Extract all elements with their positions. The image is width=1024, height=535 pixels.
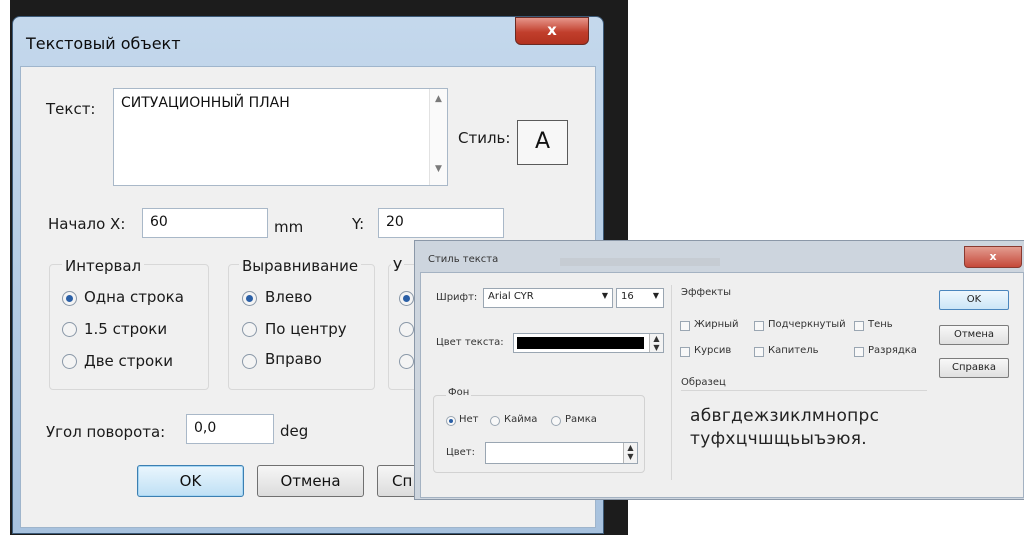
bg-frame-radio[interactable]	[551, 416, 561, 426]
start-x-input[interactable]: 60	[142, 208, 268, 238]
angle-unit: deg	[280, 422, 309, 440]
cancel-button[interactable]: Отмена	[257, 465, 364, 497]
effect-italic-label: Курсив	[694, 345, 732, 356]
effect-underline-label: Подчеркнутый	[768, 319, 846, 330]
sample-title: Образец	[681, 377, 726, 388]
align-center-radio[interactable]	[242, 322, 257, 337]
text-color-select[interactable]: ▲ ▼	[513, 333, 664, 353]
y-label: Y:	[352, 215, 365, 233]
align-right-label: Вправо	[265, 350, 322, 368]
angle-label: Угол поворота:	[46, 423, 166, 441]
chevron-down-icon: ▼	[601, 291, 608, 300]
bg-color-select[interactable]: ▲ ▼	[485, 442, 638, 464]
font-value: Arial CYR	[488, 291, 534, 302]
third-group-radio-3[interactable]	[399, 354, 414, 369]
ok-button[interactable]: OK	[137, 465, 244, 497]
align-left-label: Влево	[265, 288, 313, 306]
font-select[interactable]: Arial CYR ▼	[483, 288, 613, 308]
style-ok-button[interactable]: OK	[939, 290, 1009, 310]
interval-single-radio[interactable]	[62, 291, 77, 306]
text-label: Текст:	[46, 100, 96, 118]
bg-border-label: Кайма	[504, 414, 538, 425]
style-label: Стиль:	[458, 129, 511, 147]
interval-title: Интервал	[62, 257, 145, 275]
text-value: СИТУАЦИОННЫЙ ПЛАН	[121, 95, 290, 111]
separator	[671, 285, 672, 480]
start-x-label: Начало X:	[48, 215, 126, 233]
title-ghost-bar	[560, 258, 720, 266]
interval-single-label: Одна строка	[84, 288, 184, 306]
align-center-label: По центру	[265, 320, 347, 338]
third-group-radio-2[interactable]	[399, 322, 414, 337]
text-input[interactable]: СИТУАЦИОННЫЙ ПЛАН ▲ ▼	[113, 88, 448, 186]
align-right-radio[interactable]	[242, 354, 257, 369]
sample-divider	[681, 390, 927, 391]
effect-shadow-label: Тень	[868, 319, 893, 330]
text-color-label: Цвет текста:	[436, 337, 504, 348]
close-button[interactable]: x	[515, 17, 589, 45]
effect-bold-checkbox[interactable]	[680, 321, 690, 331]
effect-shadow-checkbox[interactable]	[854, 321, 864, 331]
interval-1-5-label: 1.5 строки	[84, 320, 168, 338]
effect-smallcaps-label: Капитель	[768, 345, 819, 356]
interval-double-radio[interactable]	[62, 354, 77, 369]
bg-none-label: Нет	[459, 414, 479, 425]
sample-line-1: абвгдежзиклмнопрс	[690, 406, 880, 426]
effect-smallcaps-checkbox[interactable]	[754, 347, 764, 357]
size-select[interactable]: 16 ▼	[616, 288, 664, 308]
interval-double-label: Две строки	[84, 352, 174, 370]
text-scrollbar[interactable]: ▲ ▼	[429, 89, 447, 185]
angle-input[interactable]: 0,0	[186, 414, 274, 444]
bg-frame-label: Рамка	[565, 414, 597, 425]
sample-line-2: туфхцчшщьыъэюя.	[690, 429, 867, 449]
size-value: 16	[621, 291, 634, 302]
scroll-up-icon[interactable]: ▲	[430, 94, 447, 104]
background-title: Фон	[446, 387, 472, 398]
chevron-down-icon: ▼	[652, 291, 659, 300]
spinner-icon[interactable]: ▲ ▼	[649, 334, 663, 352]
bg-border-radio[interactable]	[490, 416, 500, 426]
color-swatch	[517, 337, 644, 349]
y-input[interactable]: 20	[378, 208, 504, 238]
style-button[interactable]: A	[517, 120, 568, 165]
text-style-title: Стиль текста	[428, 254, 499, 265]
interval-1-5-radio[interactable]	[62, 322, 77, 337]
effect-underline-checkbox[interactable]	[754, 321, 764, 331]
dialog-title: Текстовый объект	[26, 34, 181, 53]
scroll-down-icon[interactable]: ▼	[430, 164, 447, 174]
effect-spacing-checkbox[interactable]	[854, 347, 864, 357]
third-group-title: У	[391, 257, 405, 275]
effect-italic-checkbox[interactable]	[680, 347, 690, 357]
style-help-button[interactable]: Справка	[939, 358, 1009, 378]
effect-spacing-label: Разрядка	[868, 345, 917, 356]
font-label: Шрифт:	[436, 292, 478, 303]
spinner-icon[interactable]: ▲ ▼	[623, 443, 637, 463]
unit-mm: mm	[274, 218, 304, 236]
bg-color-label: Цвет:	[446, 447, 476, 458]
align-left-radio[interactable]	[242, 291, 257, 306]
effect-bold-label: Жирный	[694, 319, 739, 330]
align-title: Выравнивание	[239, 257, 362, 275]
style-cancel-button[interactable]: Отмена	[939, 325, 1009, 345]
effects-title: Эффекты	[681, 287, 731, 298]
bg-none-radio[interactable]	[446, 416, 456, 426]
third-group-radio-1[interactable]	[399, 291, 414, 306]
text-style-close-button[interactable]: x	[964, 246, 1022, 268]
